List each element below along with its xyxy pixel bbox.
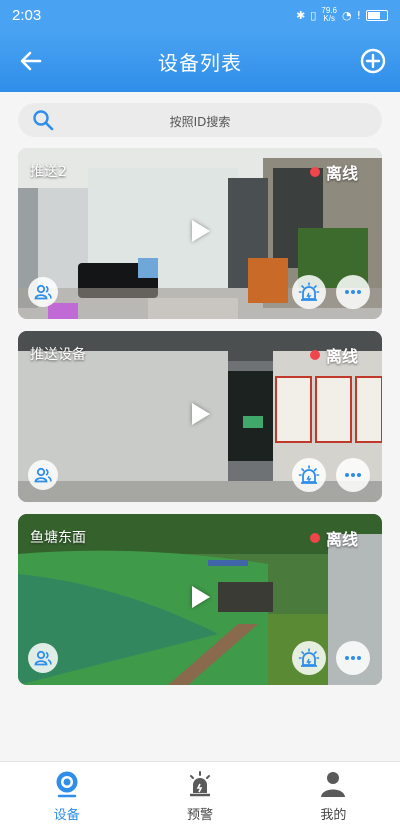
tab-me[interactable]: 我的 — [267, 762, 400, 829]
tab-label: 设备 — [53, 808, 80, 823]
device-card[interactable]: 推送设备 离线 — [18, 331, 382, 502]
search-bar[interactable]: 按照ID搜索 — [18, 103, 382, 137]
net-speed-unit: K/s — [323, 14, 335, 23]
users-icon — [34, 650, 52, 666]
search-placeholder: 按照ID搜索 — [169, 115, 231, 129]
play-icon[interactable] — [192, 586, 210, 608]
more-button[interactable] — [336, 458, 370, 492]
alarm-siren-icon — [189, 771, 210, 797]
alarm-siren-icon — [298, 465, 320, 484]
status-text: 离线 — [325, 530, 358, 549]
status-bar: 2:03 ✱ ▯ 79.6 K/s ◔ ! — [0, 0, 400, 30]
app-bar: 设备列表 — [0, 30, 400, 92]
tab-label: 预警 — [186, 808, 213, 823]
tab-label: 我的 — [320, 808, 347, 823]
camera-icon — [56, 771, 78, 798]
status-text: 离线 — [325, 164, 358, 183]
status-icons: ✱ ▯ 79.6 K/s ◔ ! — [296, 7, 388, 23]
device-card[interactable]: 推送2 离线 — [18, 148, 382, 319]
tab-alerts[interactable]: 预警 — [133, 762, 266, 829]
bottom-tab-bar: 设备 预警 我的 — [0, 761, 400, 829]
alarm-siren-icon — [298, 282, 320, 301]
play-icon[interactable] — [192, 220, 210, 242]
share-users-button[interactable] — [28, 277, 58, 307]
users-icon — [34, 467, 52, 483]
share-users-button[interactable] — [28, 643, 58, 673]
more-button[interactable] — [336, 275, 370, 309]
status-badge: 离线 — [309, 526, 358, 550]
offline-dot — [309, 350, 320, 360]
offline-dot — [309, 533, 320, 543]
offline-dot — [309, 167, 320, 177]
person-icon — [321, 772, 346, 797]
battery-icon — [366, 9, 388, 21]
add-device-icon[interactable] — [360, 48, 386, 74]
more-button[interactable] — [336, 641, 370, 675]
back-arrow-icon[interactable] — [18, 48, 44, 74]
device-name: 鱼塘东面 — [30, 530, 86, 546]
status-text: 离线 — [325, 347, 358, 366]
more-dots-icon — [345, 473, 361, 477]
share-users-button[interactable] — [28, 460, 58, 490]
play-icon[interactable] — [192, 403, 210, 425]
net-speed: 79.6 K/s — [321, 7, 337, 23]
alarm-siren-icon — [298, 648, 320, 667]
alarm-button[interactable] — [292, 641, 326, 675]
bluetooth-icon: ✱ — [296, 8, 306, 22]
device-name: 推送2 — [30, 164, 67, 180]
alert-icon: ! — [356, 8, 361, 22]
page-title: 设备列表 — [158, 50, 242, 75]
alarm-button[interactable] — [292, 275, 326, 309]
device-card[interactable]: 鱼塘东面 离线 — [18, 514, 382, 685]
alarm-button[interactable] — [292, 458, 326, 492]
status-badge: 离线 — [309, 160, 358, 184]
users-icon — [34, 284, 52, 300]
more-dots-icon — [345, 656, 361, 660]
clock: 2:03 — [12, 6, 42, 24]
wifi-icon: ◔ — [341, 8, 352, 22]
more-dots-icon — [345, 290, 361, 294]
vibrate-icon: ▯ — [310, 8, 317, 22]
tab-devices[interactable]: 设备 — [0, 762, 133, 829]
device-name: 推送设备 — [30, 347, 86, 363]
status-badge: 离线 — [309, 343, 358, 367]
